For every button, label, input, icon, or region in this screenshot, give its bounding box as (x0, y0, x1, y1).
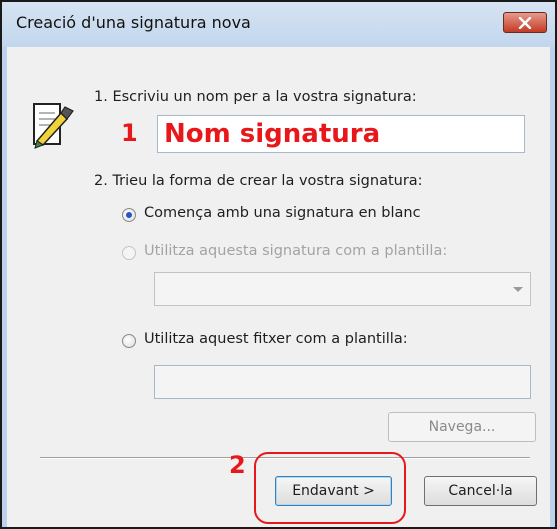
next-button[interactable]: Endavant > (275, 476, 392, 506)
window-frame-right (550, 47, 555, 527)
callout-number-1: 1 (121, 119, 138, 147)
option-signature-template-label[interactable]: Utilitza aquesta signatura com a plantil… (144, 243, 447, 259)
radio-use-signature-template[interactable] (122, 246, 136, 260)
title-bar[interactable]: Creació d'una signatura nova (2, 2, 555, 47)
close-button[interactable] (503, 12, 547, 33)
dialog-body: 1. Escriviu un nom per a la vostra signa… (7, 47, 550, 527)
chevron-down-icon[interactable] (513, 287, 523, 292)
option-blank-signature-label[interactable]: Comença amb una signatura en blanc (144, 205, 421, 221)
close-icon (518, 16, 532, 29)
template-signature-select[interactable] (154, 272, 531, 306)
signature-name-input[interactable]: Nom signatura (157, 115, 525, 153)
option-file-template-label[interactable]: Utilitza aquest fitxer com a plantilla: (144, 331, 408, 347)
cancel-button[interactable]: Cancel·la (424, 476, 537, 506)
signature-edit-icon (33, 103, 74, 149)
step2-label: 2. Trieu la forma de crear la vostra sig… (94, 173, 423, 189)
radio-use-file-template[interactable] (122, 334, 136, 348)
browse-button[interactable]: Navega... (388, 412, 536, 442)
template-file-path-input[interactable] (154, 365, 531, 399)
step1-label: 1. Escriviu un nom per a la vostra signa… (94, 89, 417, 105)
dialog-title: Creació d'una signatura nova (16, 13, 251, 32)
radio-blank-signature[interactable] (122, 208, 136, 222)
new-signature-dialog: Creació d'una signatura nova 1. Escriviu… (0, 0, 557, 529)
callout-number-2: 2 (229, 451, 246, 479)
